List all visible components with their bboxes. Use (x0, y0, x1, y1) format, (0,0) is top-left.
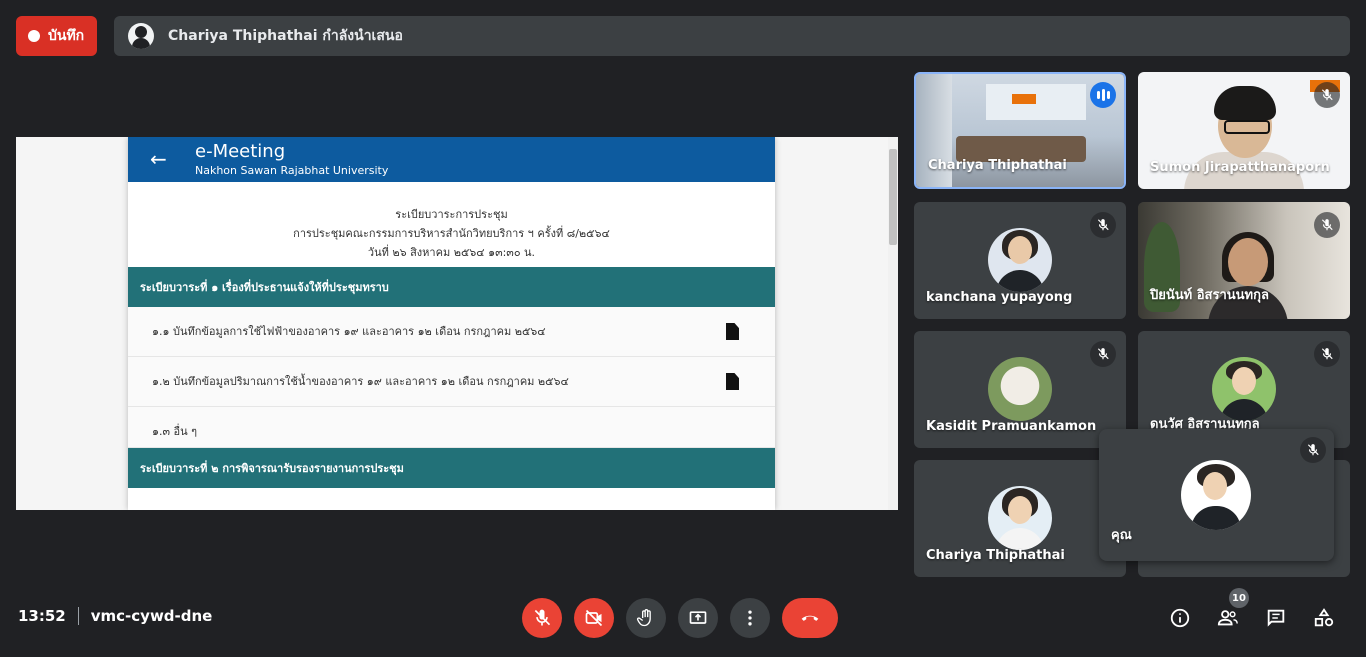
participant-avatar (988, 486, 1052, 550)
participant-avatar (988, 228, 1052, 292)
present-now-button[interactable] (678, 598, 718, 638)
meeting-info: 13:52 vmc-cywd-dne (18, 607, 212, 625)
presenter-banner: Chariya Thiphathai กำลังนำเสนอ (114, 16, 1350, 56)
agenda-item[interactable]: ๑.๑ บันทึกข้อมูลการใช้ไฟฟ้าของอาคาร ๑๙ แ… (128, 307, 775, 357)
mic-off-icon (1314, 212, 1340, 238)
meeting-code: vmc-cywd-dne (90, 607, 213, 625)
participant-tile[interactable]: Chariya Thiphathai (914, 460, 1126, 577)
app-title: e-Meeting (195, 141, 286, 162)
camera-toggle-button[interactable] (574, 598, 614, 638)
more-options-button[interactable] (730, 598, 770, 638)
people-icon (1217, 610, 1238, 626)
self-view-tile[interactable]: คุณ (1099, 429, 1334, 561)
participant-name: Chariya Thiphathai (928, 158, 1067, 173)
scroll-thumb[interactable] (889, 149, 897, 245)
intro-line: วันที่ ๒๖ สิงหาคม ๒๕๖๔ ๑๓:๓๐ น. (367, 246, 536, 259)
more-icon (748, 610, 752, 626)
top-bar: บันทึก Chariya Thiphathai กำลังนำเสนอ (0, 0, 1366, 70)
mic-off-icon (1314, 82, 1340, 108)
participant-name: kanchana yupayong (926, 290, 1073, 305)
presenter-text: Chariya Thiphathai กำลังนำเสนอ (168, 28, 403, 44)
end-call-icon (801, 615, 819, 621)
raise-hand-button[interactable] (626, 598, 666, 638)
agenda-item[interactable]: ๑.๒ บันทึกข้อมูลปริมาณการใช้น้ำของอาคาร … (128, 357, 775, 407)
participant-tile[interactable]: kanchana yupayong (914, 202, 1126, 319)
mic-off-icon (1090, 341, 1116, 367)
participant-name: ปิยนันท์ อิสรานนทกุล (1150, 288, 1269, 303)
file-icon[interactable] (726, 323, 739, 340)
self-avatar (1181, 460, 1251, 530)
e-meeting-document: ← e-Meeting Nakhon Sawan Rajabhat Univer… (128, 137, 775, 510)
meeting-details-button[interactable] (1164, 602, 1196, 634)
back-arrow-icon[interactable]: ← (150, 147, 167, 171)
agenda-section-1: ระเบียบวาระที่ ๑ เรื่องที่ประธานแจ้งให้ท… (128, 267, 775, 307)
participant-name: Chariya Thiphathai (926, 548, 1065, 563)
app-header: ← e-Meeting Nakhon Sawan Rajabhat Univer… (128, 137, 775, 182)
presenter-avatar (128, 23, 154, 49)
divider (77, 607, 79, 625)
intro-line: การประชุมคณะกรรมการบริหารสำนักวิทยบริการ… (293, 227, 610, 240)
info-icon (1170, 608, 1190, 628)
bottom-bar: 13:52 vmc-cywd-dne 10 (0, 588, 1366, 657)
mic-off-icon (1300, 437, 1326, 463)
chat-button[interactable] (1260, 602, 1292, 634)
mic-off-icon (534, 609, 551, 626)
participant-tile[interactable]: Chariya Thiphathai (914, 72, 1126, 189)
agenda-section-2: ระเบียบวาระที่ ๒ การพิจารณารับรองรายงานก… (128, 448, 775, 488)
mic-toggle-button[interactable] (522, 598, 562, 638)
chat-icon (1267, 609, 1285, 627)
file-icon[interactable] (726, 373, 739, 390)
agenda-item-text: ๑.๑ บันทึกข้อมูลการใช้ไฟฟ้าของอาคาร ๑๙ แ… (152, 325, 546, 338)
app-subtitle: Nakhon Sawan Rajabhat University (195, 164, 389, 177)
participant-avatar (988, 357, 1052, 421)
agenda-item-text: ๑.๓ อื่น ๆ (152, 425, 198, 438)
camera-off-icon (585, 609, 603, 627)
activities-icon (1314, 608, 1334, 627)
participant-count-badge: 10 (1229, 588, 1249, 608)
agenda-intro: ระเบียบวาระการประชุม การประชุมคณะกรรมการ… (128, 182, 775, 267)
agenda-item[interactable]: ๑.๓ อื่น ๆ (128, 407, 775, 448)
self-name: คุณ (1111, 528, 1132, 543)
speaking-indicator-icon (1090, 82, 1116, 108)
scrollbar[interactable] (888, 137, 898, 510)
participant-tile[interactable]: Kasidit Pramuankamon (914, 331, 1126, 448)
participant-name: Sumon Jirapatthanaporn (1150, 160, 1330, 175)
participant-name: Kasidit Pramuankamon (926, 419, 1097, 434)
mic-off-icon (1314, 341, 1340, 367)
participant-tile[interactable]: ปิยนันท์ อิสรานนทกุล (1138, 202, 1350, 319)
agenda-item-text: ๑.๒ บันทึกข้อมูลปริมาณการใช้น้ำของอาคาร … (152, 375, 569, 388)
participant-avatar (1212, 357, 1276, 421)
intro-line: ระเบียบวาระการประชุม (395, 208, 508, 221)
present-icon (689, 611, 707, 624)
activities-button[interactable] (1308, 602, 1340, 634)
record-button[interactable]: บันทึก (16, 16, 97, 56)
hand-raise-icon (636, 609, 651, 627)
record-label: บันทึก (48, 28, 85, 44)
mic-off-icon (1090, 212, 1116, 238)
shared-screen: ← e-Meeting Nakhon Sawan Rajabhat Univer… (16, 137, 898, 510)
record-dot-icon (28, 30, 40, 42)
clock: 13:52 (18, 607, 66, 625)
end-call-button[interactable] (782, 598, 838, 638)
participant-tile[interactable]: Sumon Jirapatthanaporn (1138, 72, 1350, 189)
